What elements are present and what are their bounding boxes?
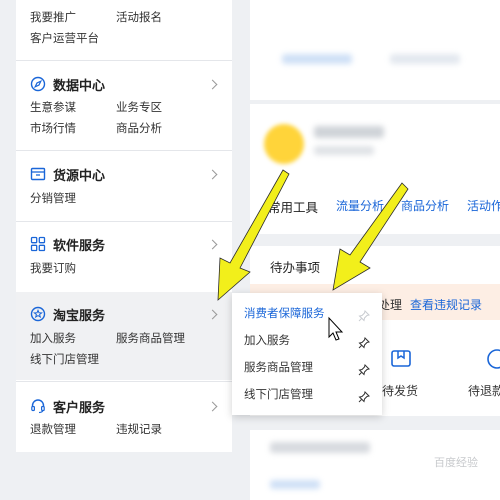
sidebar-link[interactable]: 我要订购 <box>30 260 76 276</box>
tools-card: 常用工具 流量分析 商品分析 活动作 <box>250 104 500 234</box>
section-customer-service[interactable]: 客户服务 <box>30 396 105 416</box>
divider <box>16 221 232 222</box>
section-title: 货源中心 <box>53 168 106 184</box>
taobao-services-submenu: 消费者保障服务 加入服务 服务商品管理 线下门店管理 <box>232 293 382 415</box>
blurred-content <box>314 146 374 155</box>
main-content: 常用工具 流量分析 商品分析 活动作 待办事项 处理 查看违规记录 待发货 待退… <box>250 0 500 500</box>
sidebar-link[interactable]: 市场行情 <box>30 120 76 136</box>
todo-title: 待办事项 <box>270 260 321 275</box>
submenu-item-consumer-protection[interactable]: 消费者保障服务 <box>232 299 382 326</box>
chevron-right-icon <box>207 79 218 90</box>
left-sidebar: 我要推广 活动报名 客户运营平台 数据中心 生意参谋 业务专区 市场行情 商品分… <box>16 0 232 452</box>
chevron-right-icon <box>207 169 218 180</box>
section-data-center[interactable]: 数据中心 <box>30 74 105 94</box>
submenu-item-service-product-mgmt[interactable]: 服务商品管理 <box>232 353 382 380</box>
sidebar-link[interactable]: 业务专区 <box>116 99 162 115</box>
sidebar-link[interactable]: 线下门店管理 <box>30 351 99 367</box>
star-badge-icon <box>30 306 46 322</box>
top-card <box>250 0 500 100</box>
tool-link-activity[interactable]: 活动作 <box>467 197 500 214</box>
blurred-content <box>270 442 370 453</box>
view-violation-link[interactable]: 查看违规记录 <box>410 296 482 313</box>
tool-link-traffic[interactable]: 流量分析 <box>336 197 384 214</box>
divider <box>16 60 232 61</box>
tools-title: 常用工具 <box>268 200 319 215</box>
section-taobao-services[interactable]: 淘宝服务 <box>30 304 105 324</box>
section-title: 客户服务 <box>53 400 106 416</box>
headset-icon <box>30 398 46 414</box>
stat-to-ship[interactable]: 待发货 <box>382 382 418 399</box>
pin-icon[interactable] <box>358 334 370 349</box>
grid-apps-icon <box>30 236 46 252</box>
submenu-item-offline-store-mgmt[interactable]: 线下门店管理 <box>232 380 382 407</box>
stat-to-refund[interactable]: 待退款 <box>468 382 500 399</box>
avatar <box>264 124 304 164</box>
divider <box>16 381 232 382</box>
sidebar-link[interactable]: 商品分析 <box>116 120 162 136</box>
tool-link-product[interactable]: 商品分析 <box>401 197 449 214</box>
refund-icon <box>486 348 500 374</box>
submenu-label: 线下门店管理 <box>244 387 313 401</box>
submenu-label: 服务商品管理 <box>244 360 313 374</box>
pin-icon[interactable] <box>358 307 370 322</box>
divider <box>16 150 232 151</box>
compass-icon <box>30 76 46 92</box>
submenu-label: 消费者保障服务 <box>244 306 325 320</box>
sidebar-link-customer-ops[interactable]: 客户运营平台 <box>30 30 99 46</box>
shipment-icon <box>390 348 412 374</box>
submenu-label: 加入服务 <box>244 333 290 347</box>
box-icon <box>30 166 46 182</box>
pin-icon[interactable] <box>358 361 370 376</box>
section-supply-center[interactable]: 货源中心 <box>30 164 105 184</box>
chevron-right-icon <box>207 401 218 412</box>
sidebar-link-event-signup[interactable]: 活动报名 <box>116 9 162 25</box>
watermark: 百度经验 <box>434 456 478 469</box>
sidebar-link-promote[interactable]: 我要推广 <box>30 9 76 25</box>
sidebar-link[interactable]: 退款管理 <box>30 421 76 437</box>
sidebar-link[interactable]: 分销管理 <box>30 190 76 206</box>
blurred-content <box>314 126 384 138</box>
sidebar-link[interactable]: 服务商品管理 <box>116 330 185 346</box>
sidebar-link[interactable]: 加入服务 <box>30 330 76 346</box>
section-title: 数据中心 <box>53 78 106 94</box>
section-title: 软件服务 <box>53 238 106 254</box>
sidebar-link[interactable]: 生意参谋 <box>30 99 76 115</box>
blurred-content <box>270 480 320 489</box>
pin-icon[interactable] <box>358 388 370 403</box>
section-software-services[interactable]: 软件服务 <box>30 234 105 254</box>
blurred-content <box>282 54 352 64</box>
blurred-content <box>390 54 460 64</box>
chevron-right-icon <box>207 239 218 250</box>
submenu-item-join-service[interactable]: 加入服务 <box>232 326 382 353</box>
section-title: 淘宝服务 <box>53 308 106 324</box>
sidebar-link[interactable]: 违规记录 <box>116 421 162 437</box>
